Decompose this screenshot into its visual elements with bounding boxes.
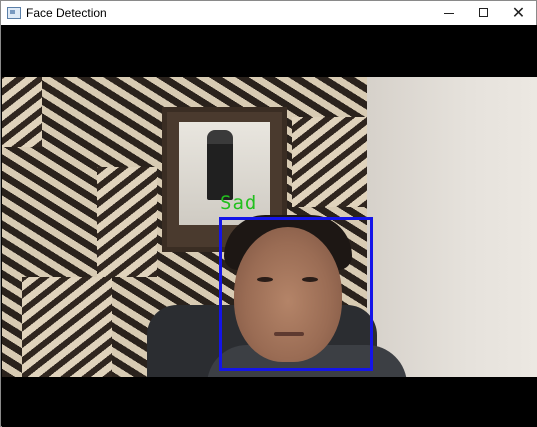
close-button[interactable]: ✕ [501, 1, 536, 25]
video-view: Sad [2, 25, 537, 427]
camera-frame: Sad [2, 77, 537, 377]
maximize-icon[interactable] [466, 1, 501, 25]
close-icon: ✕ [511, 3, 526, 22]
app-icon [7, 7, 21, 19]
picture-figure [207, 130, 233, 200]
face-bounding-box [219, 217, 373, 371]
window-title: Face Detection [26, 6, 107, 20]
plain-wall [367, 77, 537, 377]
wallpaper-panel [2, 77, 42, 147]
emotion-label: Sad [220, 192, 258, 214]
wallpaper-panel [292, 117, 367, 207]
window-controls: ✕ [431, 1, 536, 25]
title-bar[interactable]: Face Detection ✕ [1, 1, 536, 25]
wallpaper-panel [97, 167, 157, 277]
wallpaper-panel [22, 277, 112, 377]
minimize-icon[interactable] [431, 1, 466, 25]
app-window: Face Detection ✕ Sad [0, 0, 537, 427]
